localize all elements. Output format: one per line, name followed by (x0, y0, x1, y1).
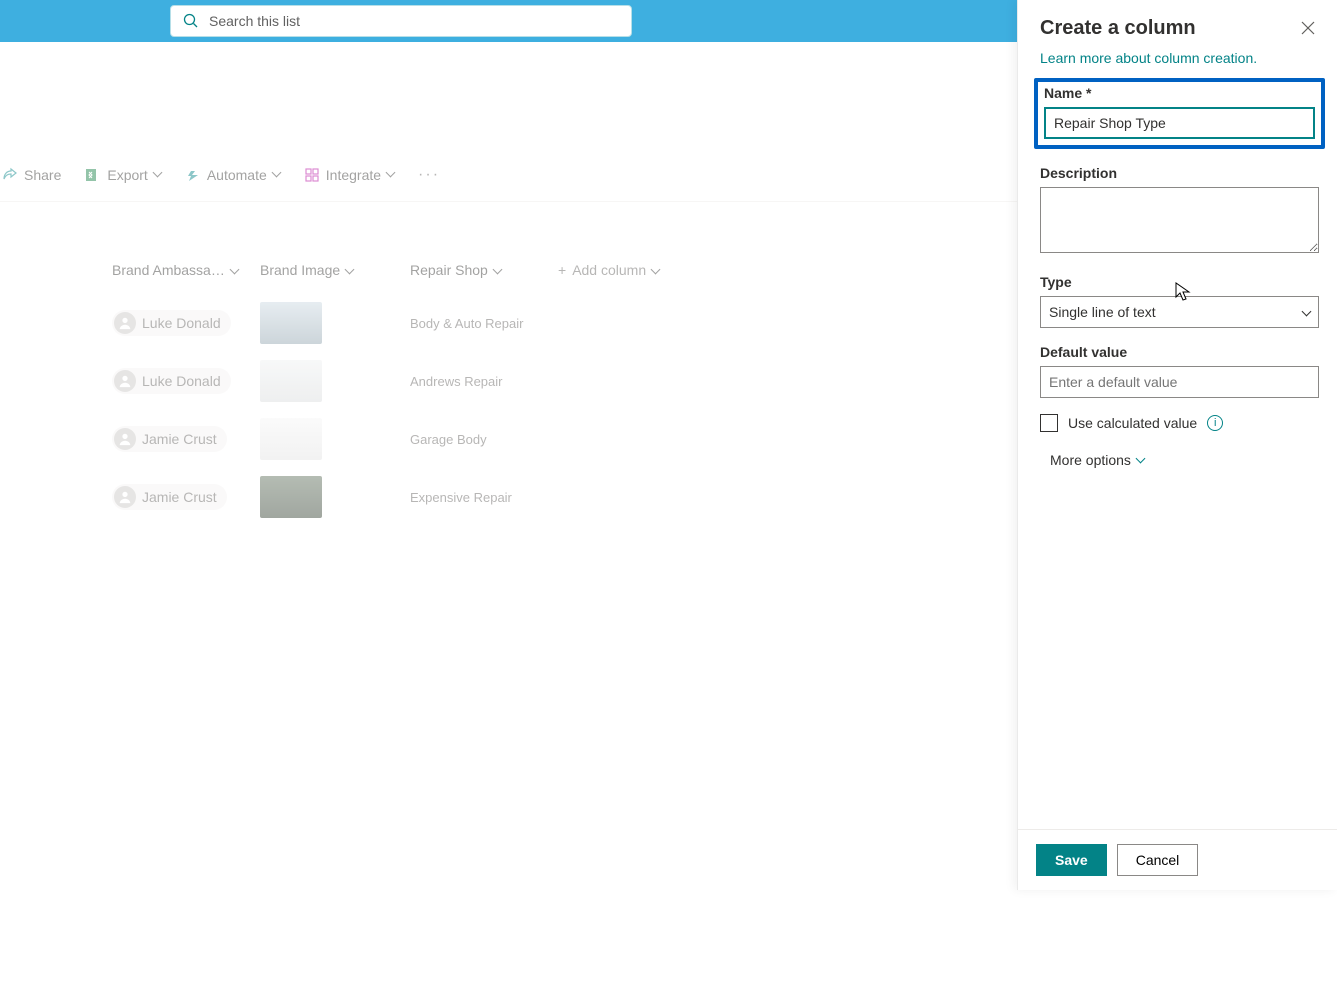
default-value-input[interactable] (1040, 366, 1319, 398)
save-label: Save (1055, 852, 1088, 868)
more-options-label: More options (1050, 452, 1131, 468)
column-label: Brand Image (260, 262, 340, 278)
integrate-button[interactable]: Integrate (302, 163, 396, 187)
brand-image-thumb[interactable] (260, 476, 322, 518)
description-label: Description (1040, 165, 1319, 181)
search-input[interactable]: Search this list (170, 5, 632, 37)
repair-shop-cell: Body & Auto Repair (410, 316, 523, 331)
save-button[interactable]: Save (1036, 844, 1107, 876)
column-header-brand-image[interactable]: Brand Image (260, 262, 410, 278)
calculated-value-checkbox[interactable] (1040, 414, 1058, 432)
person-chip[interactable]: Luke Donald (112, 368, 231, 394)
search-placeholder: Search this list (209, 13, 300, 29)
chevron-down-icon (494, 262, 501, 278)
person-name: Jamie Crust (142, 431, 217, 447)
column-header-repair-shop[interactable]: Repair Shop (410, 262, 558, 278)
type-label: Type (1040, 274, 1319, 290)
chevron-down-icon (154, 169, 161, 181)
create-column-panel: Create a column Learn more about column … (1017, 0, 1337, 890)
chevron-down-icon (387, 169, 394, 181)
learn-more-link[interactable]: Learn more about column creation. (1040, 50, 1319, 66)
integrate-icon (304, 167, 320, 183)
chevron-down-icon (1137, 453, 1144, 467)
panel-title: Create a column (1040, 17, 1196, 40)
export-button[interactable]: Export (83, 163, 162, 187)
automate-icon (185, 167, 201, 183)
more-actions-button[interactable]: ··· (416, 162, 442, 188)
person-chip[interactable]: Jamie Crust (112, 484, 227, 510)
person-chip[interactable]: Jamie Crust (112, 426, 227, 452)
avatar (114, 428, 136, 450)
person-chip[interactable]: Luke Donald (112, 310, 231, 336)
chevron-down-icon (1303, 304, 1310, 320)
more-options-toggle[interactable]: More options (1050, 452, 1319, 468)
name-field-highlight: Name * (1034, 78, 1325, 149)
automate-label: Automate (207, 167, 267, 183)
add-column-label: Add column (572, 262, 646, 278)
column-name-input[interactable] (1044, 107, 1315, 139)
integrate-label: Integrate (326, 167, 381, 183)
avatar (114, 486, 136, 508)
chevron-down-icon (273, 169, 280, 181)
cancel-button[interactable]: Cancel (1117, 844, 1199, 876)
column-header-brand-ambassador[interactable]: Brand Ambassa… (112, 262, 260, 278)
cancel-label: Cancel (1136, 852, 1180, 868)
column-label: Brand Ambassa… (112, 262, 225, 278)
repair-shop-cell: Garage Body (410, 432, 487, 447)
excel-icon (85, 167, 101, 183)
calculated-value-row: Use calculated value i (1040, 414, 1319, 432)
chevron-down-icon (652, 262, 659, 278)
panel-footer: Save Cancel (1018, 829, 1337, 890)
export-label: Export (107, 167, 147, 183)
avatar (114, 312, 136, 334)
person-name: Luke Donald (142, 315, 221, 331)
close-icon (1301, 21, 1315, 35)
share-label: Share (24, 167, 61, 183)
avatar (114, 370, 136, 392)
chevron-down-icon (346, 262, 353, 278)
name-label: Name * (1044, 85, 1315, 101)
column-label: Repair Shop (410, 262, 488, 278)
brand-image-thumb[interactable] (260, 302, 322, 344)
description-textarea[interactable] (1040, 187, 1319, 253)
repair-shop-cell: Andrews Repair (410, 374, 503, 389)
info-icon[interactable]: i (1207, 415, 1223, 431)
chevron-down-icon (231, 262, 238, 278)
default-value-label: Default value (1040, 344, 1319, 360)
person-name: Luke Donald (142, 373, 221, 389)
person-name: Jamie Crust (142, 489, 217, 505)
repair-shop-cell: Expensive Repair (410, 490, 512, 505)
search-icon (183, 13, 199, 29)
type-select[interactable]: Single line of text (1040, 296, 1319, 328)
calculated-value-label: Use calculated value (1068, 415, 1197, 431)
brand-image-thumb[interactable] (260, 360, 322, 402)
type-value: Single line of text (1049, 304, 1156, 320)
close-button[interactable] (1297, 17, 1319, 44)
plus-icon: + (558, 262, 566, 278)
brand-image-thumb[interactable] (260, 418, 322, 460)
add-column-button[interactable]: + Add column (558, 262, 659, 278)
share-icon (2, 167, 18, 183)
automate-button[interactable]: Automate (183, 163, 282, 187)
share-button[interactable]: Share (0, 163, 63, 187)
